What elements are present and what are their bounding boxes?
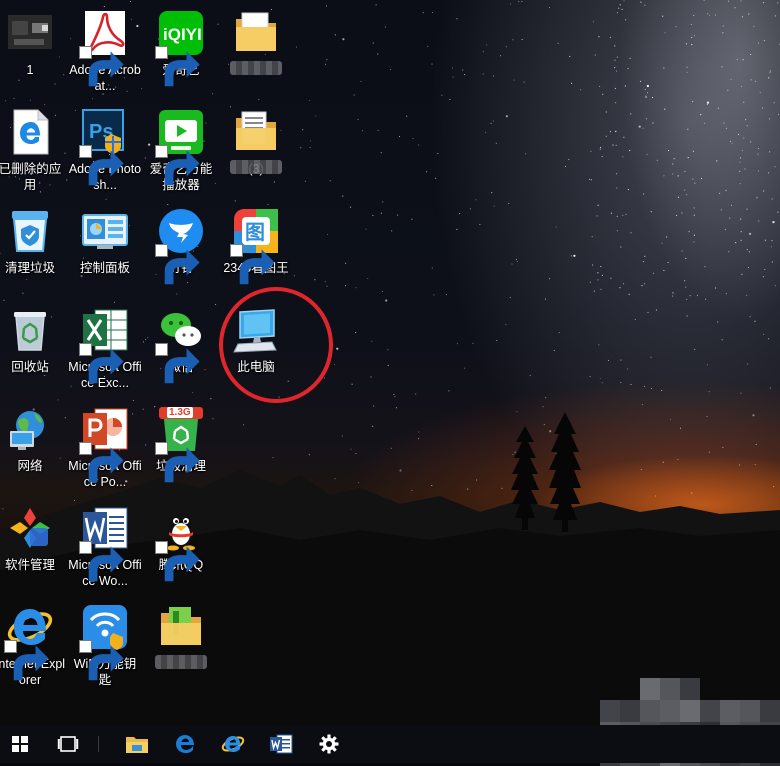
icon-label: 回收站 bbox=[11, 360, 49, 374]
icon-label: 已删除的应用 bbox=[0, 162, 62, 192]
desktop-shortcut[interactable]: 腾讯QQ bbox=[145, 500, 217, 592]
desktop-shortcut[interactable]: Microsoft Office Wo... bbox=[68, 500, 142, 592]
desktop-shortcut[interactable]: iQIYI 爱奇艺 bbox=[145, 5, 217, 97]
word-icon[interactable] bbox=[261, 725, 301, 763]
desktop-shortcut[interactable]: 网络 bbox=[0, 401, 66, 493]
desktop-shortcut[interactable]: 图 2345看图王 bbox=[220, 203, 292, 295]
desktop-shortcut[interactable]: 回收站 bbox=[0, 302, 66, 394]
screenshot-thumbnail-icon bbox=[6, 9, 54, 57]
qq-icon bbox=[155, 504, 205, 582]
windows-start-icon[interactable] bbox=[2, 725, 38, 763]
desktop-shortcut[interactable]: Microsoft Office Po... bbox=[68, 401, 142, 493]
icon-label: 控制面板 bbox=[79, 261, 130, 275]
iqiyi-player-icon bbox=[155, 108, 205, 186]
desktop-shortcut[interactable]: 清理垃圾 bbox=[0, 203, 66, 295]
wechat-icon bbox=[155, 306, 205, 384]
desktop-shortcut[interactable]: Ps Adobe Photosh... bbox=[69, 104, 141, 196]
wifi-key-icon bbox=[79, 603, 129, 681]
adobe-photoshop-icon: Ps bbox=[79, 108, 129, 186]
desktop-shortcut[interactable]: 1 bbox=[0, 5, 66, 97]
file-explorer-icon[interactable] bbox=[117, 725, 157, 763]
desktop-shortcut[interactable]: 钉钉 bbox=[145, 203, 217, 295]
blurred-label bbox=[230, 61, 282, 75]
trash-cleaner-icon: 1.3G bbox=[155, 405, 205, 483]
cleaner-icon bbox=[6, 207, 54, 255]
iqiyi-icon: iQIYI bbox=[155, 9, 205, 87]
icon-label: 1 bbox=[26, 63, 34, 77]
desktop-shortcut[interactable]: 1.3G 垃圾清理 bbox=[145, 401, 217, 493]
desktop-shortcut[interactable]: 微信 bbox=[145, 302, 217, 394]
desktop-shortcut[interactable]: Microsoft Office Exc... bbox=[68, 302, 142, 394]
internet-explorer-icon bbox=[4, 603, 54, 681]
this-pc-icon bbox=[232, 306, 280, 354]
desktop-shortcut[interactable]: 爱奇艺万能播放器 bbox=[145, 104, 217, 196]
icon-label: 清理垃圾 bbox=[4, 261, 55, 275]
desktop-shortcut[interactable]: 已删除的应用 bbox=[0, 104, 66, 196]
taskbar-separator bbox=[98, 736, 99, 752]
icon-label: 软件管理 bbox=[4, 558, 55, 572]
svg-text:iQIYI: iQIYI bbox=[163, 25, 202, 44]
excel-icon bbox=[79, 306, 129, 384]
desktop-shortcut[interactable] bbox=[145, 599, 217, 691]
internet-explorer-icon[interactable] bbox=[213, 725, 253, 763]
desktop-shortcut[interactable]: Adobe Acrobat... bbox=[69, 5, 141, 97]
network-icon bbox=[6, 405, 54, 453]
desktop-shortcut[interactable]: 软件管理 bbox=[0, 500, 66, 592]
document-folder-icon bbox=[232, 108, 280, 156]
icon-label: 此电脑 bbox=[237, 360, 275, 374]
recycle-bin-icon bbox=[6, 306, 54, 354]
software-manager-icon bbox=[6, 504, 54, 552]
2345-viewer-icon: 图 bbox=[230, 207, 280, 285]
edge-browser-icon[interactable] bbox=[165, 725, 205, 763]
control-panel-icon bbox=[81, 207, 129, 255]
taskbar bbox=[0, 725, 780, 763]
blurred-label bbox=[155, 655, 207, 669]
dingtalk-icon bbox=[155, 207, 205, 285]
icon-label: 网络 bbox=[17, 459, 43, 473]
powerpoint-icon bbox=[79, 405, 129, 483]
adobe-acrobat-icon bbox=[79, 9, 129, 87]
desktop-shortcut[interactable]: 此电脑 bbox=[220, 302, 292, 394]
desktop-shortcut[interactable]: (3) bbox=[220, 104, 292, 196]
svg-text:图: 图 bbox=[245, 220, 265, 244]
green-folder-icon bbox=[157, 603, 205, 651]
size-badge: 1.3G bbox=[167, 407, 193, 418]
deleted-apps-icon bbox=[6, 108, 54, 156]
desktop-shortcut[interactable]: WiFi万能钥匙 bbox=[69, 599, 141, 691]
desktop-shortcut[interactable]: 控制面板 bbox=[69, 203, 141, 295]
desktop-shortcut[interactable] bbox=[220, 5, 292, 97]
word-icon bbox=[79, 504, 129, 582]
settings-gear-icon[interactable] bbox=[309, 725, 349, 763]
desktop-shortcut[interactable]: Internet Explorer bbox=[0, 599, 66, 691]
task-view-icon[interactable] bbox=[50, 725, 86, 763]
folder-icon bbox=[232, 9, 280, 57]
blurred-label bbox=[230, 160, 282, 174]
